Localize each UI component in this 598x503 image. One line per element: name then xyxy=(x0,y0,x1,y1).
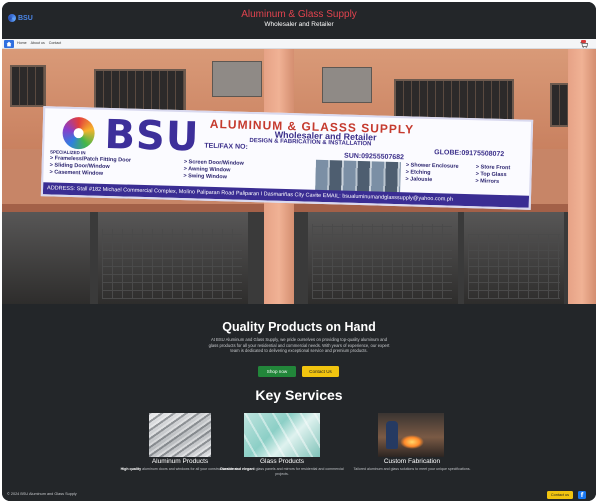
intro-title: Quality Products on Hand xyxy=(222,320,376,334)
service-card-desc-bold: Durable and elegant xyxy=(220,467,255,471)
nav-home[interactable]: Home xyxy=(17,41,27,45)
aluminum-products-image xyxy=(149,413,211,457)
service-card-desc: Durable and elegant glass panels and mir… xyxy=(214,467,350,477)
sign-list-left: > Frameless/Patch Fitting Door > Sliding… xyxy=(49,155,131,178)
service-card-desc-bold: High quality xyxy=(120,467,142,471)
service-card-desc-text: Tailored aluminum and glass solutions to… xyxy=(353,467,471,471)
spark-glow xyxy=(400,435,424,449)
services-title: Key Services xyxy=(255,387,343,403)
custom-fabrication-image xyxy=(378,413,444,457)
service-card-title: Glass Products xyxy=(259,458,305,465)
sign-list-right: > Shower Enclosure > Etching > Jalousie xyxy=(405,162,458,184)
worker-figure xyxy=(386,421,398,449)
site-subtitle: Wholesaler and Retailer xyxy=(264,21,334,28)
sign-list-item: > Mirrors xyxy=(475,178,500,185)
shop-now-button[interactable]: Shop now xyxy=(258,366,296,377)
cart-shape xyxy=(580,42,588,48)
building-window xyxy=(10,65,46,107)
sign-list-item: > Jalousie xyxy=(405,176,433,184)
shop-shelf xyxy=(468,234,560,299)
service-card-title: Custom Fabrication xyxy=(383,458,441,465)
sign-tel: TEL/FAX NO: xyxy=(204,142,248,151)
sign-logo-icon xyxy=(62,116,96,150)
navbar: Home About us Contact xyxy=(2,39,596,49)
sign-list-mid: > Screen Door/Window > Awning Window > S… xyxy=(183,159,244,182)
hero-storefront-image: BSU ALUMINUM & GLASSS SUPPLY Wholesaler … xyxy=(2,49,596,304)
cart-icon[interactable] xyxy=(580,40,588,48)
sign-list-far: > Store Front > Top Glass > Mirrors xyxy=(475,164,510,186)
service-card-desc: Tailored aluminum and glass solutions to… xyxy=(344,467,480,472)
intro-text: At BSU Aluminum and Glass Supply, we pri… xyxy=(208,337,390,354)
glass-products-image xyxy=(244,413,320,457)
site-title: Aluminum & Glass Supply xyxy=(241,9,357,20)
nav-links: Home About us Contact xyxy=(17,41,61,45)
nav-about[interactable]: About us xyxy=(31,41,45,45)
air-conditioner xyxy=(212,61,262,97)
home-icon-button[interactable] xyxy=(4,40,14,48)
nav-contact[interactable]: Contact xyxy=(49,41,61,45)
sign-globe-number: GLOBE:09175508072 xyxy=(434,149,505,159)
site-header: BSU Aluminum & Glass Supply Wholesaler a… xyxy=(2,2,596,38)
facebook-icon[interactable]: f xyxy=(578,491,586,499)
building-pillar xyxy=(568,49,596,304)
home-icon xyxy=(6,41,12,47)
shop-interior xyxy=(2,209,596,304)
sign-list-item: > Casement Window xyxy=(49,169,104,177)
shop-shelf xyxy=(102,229,242,299)
shop-shelf xyxy=(312,224,452,299)
site-footer: © 2024 BSU Aluminum and Glass Supply Con… xyxy=(2,489,596,501)
sign-list-item: > Swing Window xyxy=(183,173,228,181)
air-conditioner xyxy=(322,67,372,103)
contact-us-button[interactable]: Contact Us xyxy=(302,366,339,377)
shop-panel xyxy=(2,209,90,304)
store-sign: BSU ALUMINUM & GLASSS SUPPLY Wholesaler … xyxy=(40,106,534,210)
page-frame: BSU Aluminum & Glass Supply Wholesaler a… xyxy=(2,2,596,501)
footer-contact-button[interactable]: Contact us xyxy=(547,491,573,499)
sign-brand: BSU xyxy=(103,111,200,161)
footer-copyright: © 2024 BSU Aluminum and Glass Supply xyxy=(7,492,77,496)
service-card-desc-text: glass panels and mirrors for residential… xyxy=(254,467,344,476)
